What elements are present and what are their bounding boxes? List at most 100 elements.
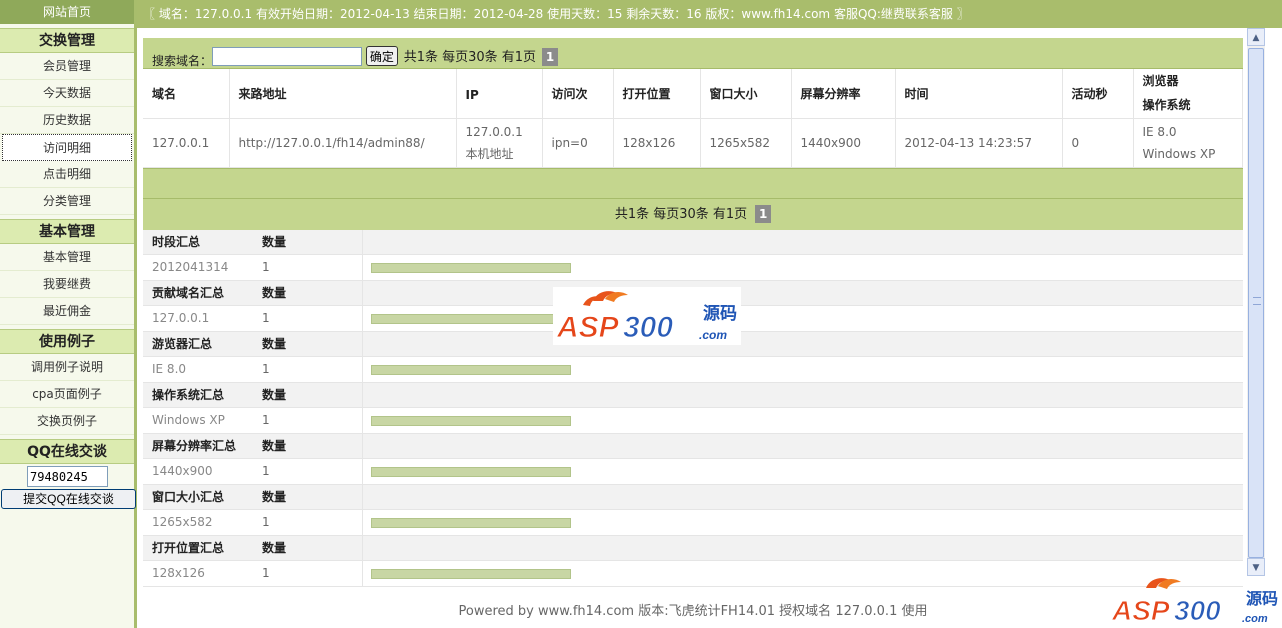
nav-item-commission[interactable]: 最近佣金 [0,298,134,325]
summary-count-label: 数量 [253,229,363,254]
summary-item-count: 1 [253,408,363,433]
used-days-value: 15 [607,7,623,21]
qq-number-input[interactable] [27,466,108,487]
nav-item-exchange-example[interactable]: 交换页例子 [0,408,134,435]
cell-browser: IE 8.0 [1142,124,1177,139]
visit-detail-table: 域名 来路地址 IP 访问次 打开位置 窗口大小 屏幕分辨率 时间 活动秒 浏览… [143,69,1243,168]
domain-value: 127.0.0.1 [194,7,253,21]
page-summary-text: 共1条 每页30条 有1页 [403,49,537,65]
end-date-label: 结束日期： [413,7,474,21]
search-confirm-button[interactable]: 确定 [365,46,398,66]
search-domain-input[interactable] [212,46,363,66]
search-label: 搜索域名： [152,54,213,68]
summary-item-name: 128x126 [152,566,205,580]
col-referrer: 来路地址 [229,69,457,119]
col-browser-os: 浏览器 操作系统 [1133,69,1243,119]
summary-row: 128x126 1 [143,561,1243,587]
summary-row: Windows XP 1 [143,408,1243,434]
cell-ip-value: 127.0.0.1 [465,124,523,139]
cell-time: 2012-04-13 14:23:57 [895,118,1063,168]
col-active: 活动秒 [1062,69,1134,119]
nav-item-members[interactable]: 会员管理 [0,53,134,80]
summary-row: IE 8.0 1 [143,357,1243,383]
cell-ip-note: 本机地址 [465,146,514,161]
col-os: 操作系统 [1142,98,1191,113]
summary-count-label: 数量 [253,535,363,560]
nav-item-click-detail[interactable]: 点击明细 [0,161,134,188]
nav-item-call-example[interactable]: 调用例子说明 [0,354,134,381]
col-screen: 屏幕分辨率 [791,69,896,119]
summary-row: 1440x900 1 [143,459,1243,485]
col-browser: 浏览器 [1142,74,1179,89]
summary-count-label: 数量 [253,331,363,356]
copyright-site[interactable]: www.fh14.com [741,7,830,21]
svg-text:源码: 源码 [1246,589,1278,608]
section-examples-title: 使用例子 [0,329,134,354]
nav-item-history[interactable]: 历史数据 [0,107,134,134]
cell-os: Windows XP [1142,146,1216,161]
cell-active: 0 [1062,118,1134,168]
svg-text:ASP: ASP [1111,595,1170,626]
svg-text:ASP: ASP [556,311,620,344]
summary-bar [371,314,571,324]
summary-header-row: 屏幕分辨率汇总 数量 [143,433,1243,459]
summary-bar [371,416,571,426]
vertical-scrollbar[interactable]: ▲ ▼ [1247,28,1265,576]
nav-item-basic[interactable]: 基本管理 [0,244,134,271]
nav-item-renew[interactable]: 我要继费 [0,271,134,298]
cell-visits: ipn=0 [542,118,614,168]
svg-text:源码: 源码 [703,303,737,324]
col-visits: 访问次 [542,69,614,119]
footer-text: Powered by www.fh14.com 版本:飞虎统计FH14.01 授… [458,604,928,619]
summary-item-count: 1 [253,255,363,280]
info-bar: 〖 域名：127.0.0.1 有效开始日期：2012-04-13 结束日期：20… [137,0,1282,28]
summary-bar [371,365,571,375]
search-bar: 搜索域名： 确定 共1条 每页30条 有1页 1 [143,38,1243,69]
summary-count-label: 数量 [253,484,363,509]
watermark-logo-center: ASP 300 源码 .com [553,287,741,345]
svg-text:.com: .com [699,328,727,342]
cell-referrer[interactable]: http://127.0.0.1/fh14/admin88/ [229,118,457,168]
cell-browser-os: IE 8.0 Windows XP [1133,118,1243,168]
pager-summary: 共1条 每页30条 有1页 [614,206,748,222]
nav-item-today[interactable]: 今天数据 [0,80,134,107]
svg-text:300: 300 [623,311,673,344]
summary-bar [371,263,571,273]
page-number-button[interactable]: 1 [542,48,559,67]
nav-item-cpa-example[interactable]: cpa页面例子 [0,381,134,408]
cell-screen: 1440x900 [791,118,896,168]
qq-contact-link[interactable]: 继费联系客服 [881,7,953,21]
bracket-open: 〖 [143,7,156,21]
used-days-label: 使用天数： [547,7,608,21]
summary-title: 时段汇总 [152,234,201,249]
table-header-row: 域名 来路地址 IP 访问次 打开位置 窗口大小 屏幕分辨率 时间 活动秒 浏览… [143,69,1243,119]
summary-item-name: Windows XP [152,413,225,427]
svg-text:300: 300 [1174,595,1221,626]
spacer-band [143,167,1243,198]
start-date-label: 有效开始日期： [255,7,340,21]
cell-ip: 127.0.0.1 本机地址 [456,118,543,168]
qq-submit-button[interactable]: 提交QQ在线交谈 [1,489,136,509]
scroll-thumb[interactable] [1248,48,1264,558]
summary-item-name: 2012041314 [152,260,229,274]
col-time: 时间 [895,69,1063,119]
col-domain: 域名 [143,69,230,119]
summary-header-row: 时段汇总 数量 [143,229,1243,255]
summary-title: 操作系统汇总 [152,387,225,402]
summary-header-row: 操作系统汇总 数量 [143,382,1243,408]
qq-label: 客服QQ: [833,7,881,21]
col-ip: IP [456,69,543,119]
section-basic-title: 基本管理 [0,219,134,244]
nav-item-visit-detail[interactable]: 访问明细 [2,134,132,161]
nav-home-link[interactable]: 网站首页 [0,0,134,24]
summary-title: 屏幕分辨率汇总 [152,438,237,453]
pager-page-button[interactable]: 1 [755,205,772,223]
nav-item-categories[interactable]: 分类管理 [0,188,134,215]
summary-item-count: 1 [253,459,363,484]
summary-item-count: 1 [253,510,363,535]
cell-window: 1265x582 [700,118,792,168]
scroll-up-arrow-icon[interactable]: ▲ [1247,28,1265,46]
summary-item-name: 1440x900 [152,464,213,478]
summary-row: 2012041314 1 [143,255,1243,281]
sidebar: 网站首页 交换管理 会员管理 今天数据 历史数据 访问明细 点击明细 分类管理 … [0,0,137,628]
